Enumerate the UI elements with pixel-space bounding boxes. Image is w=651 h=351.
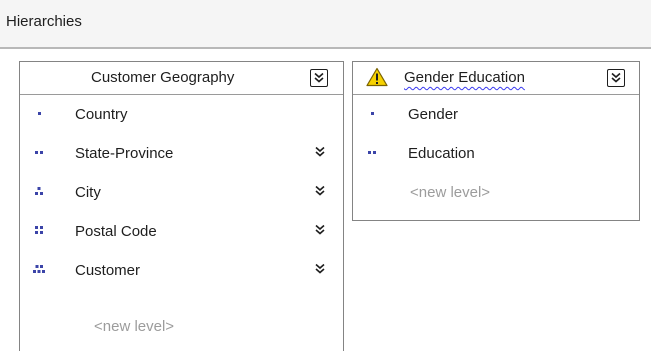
hierarchy-name[interactable]: Gender Education: [404, 69, 525, 86]
double-chevron-down-icon[interactable]: [313, 145, 327, 159]
level-1-dots-icon: [38, 112, 41, 115]
level-row-city[interactable]: City: [20, 174, 343, 213]
level-3-dots-icon: [35, 187, 43, 195]
level-row-state-province[interactable]: State-Province: [20, 135, 343, 174]
hierarchies-panel-header: Hierarchies: [0, 0, 651, 47]
hierarchy-name[interactable]: Customer Geography: [91, 69, 234, 86]
warning-icon: [366, 67, 388, 87]
level-row-customer[interactable]: Customer: [20, 252, 343, 291]
level-row-gender[interactable]: Gender: [353, 96, 639, 135]
level-row-postal-code[interactable]: Postal Code: [20, 213, 343, 252]
new-level-placeholder[interactable]: <new level>: [410, 184, 490, 201]
hierarchy-header[interactable]: Customer Geography: [20, 62, 343, 95]
level-label: State-Province: [75, 145, 174, 162]
panel-title: Hierarchies: [6, 13, 82, 30]
double-chevron-down-icon[interactable]: [313, 184, 327, 198]
level-4-dots-icon: [35, 226, 43, 234]
double-chevron-down-icon: [314, 72, 324, 83]
level-label: Country: [75, 106, 128, 123]
level-label: City: [75, 184, 101, 201]
level-label: Gender: [408, 106, 459, 123]
double-chevron-down-icon: [611, 72, 621, 83]
level-row-country[interactable]: Country: [20, 96, 343, 135]
level-2-dots-icon: [35, 151, 43, 154]
level-label: Education: [408, 145, 475, 162]
hierarchy-gender-education[interactable]: Gender Education Gender Education <new l…: [352, 61, 640, 221]
level-1-dots-icon: [371, 112, 374, 115]
level-5-dots-icon: [33, 265, 45, 273]
level-label: Customer: [75, 262, 141, 279]
panel-divider: [0, 47, 651, 49]
double-chevron-down-icon[interactable]: [313, 223, 327, 237]
hierarchy-header[interactable]: Gender Education: [353, 62, 639, 95]
level-2-dots-icon: [368, 151, 376, 154]
double-chevron-down-icon[interactable]: [313, 262, 327, 276]
level-label: Postal Code: [75, 223, 157, 240]
new-level-placeholder[interactable]: <new level>: [94, 318, 174, 335]
collapse-hierarchy-button[interactable]: [310, 69, 328, 87]
hierarchy-customer-geography[interactable]: Customer Geography Country State-Provinc…: [19, 61, 344, 351]
collapse-hierarchy-button[interactable]: [607, 69, 625, 87]
level-row-education[interactable]: Education: [353, 135, 639, 174]
